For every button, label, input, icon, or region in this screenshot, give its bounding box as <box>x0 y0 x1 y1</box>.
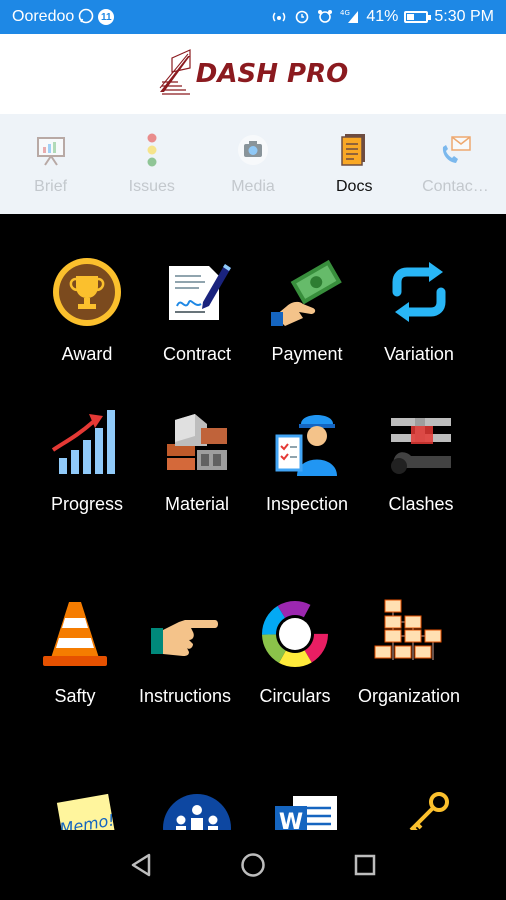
alarm-mode-icon <box>316 8 334 26</box>
signal-strength-icon: 4G <box>340 8 360 26</box>
tab-docs[interactable]: Docs <box>304 114 405 214</box>
tab-label: Brief <box>34 178 68 195</box>
android-nav-bar <box>0 830 506 900</box>
tab-issues[interactable]: Issues <box>101 114 202 214</box>
tab-label: Docs <box>335 178 373 195</box>
tile-label: Clashes <box>388 494 454 514</box>
pointing-hand-icon <box>145 594 225 674</box>
circulars-tile[interactable]: Circulars <box>232 594 358 707</box>
money-hand-icon <box>267 252 347 332</box>
logo-text: DASH PRO <box>195 59 349 89</box>
tile-label: Organization <box>357 686 461 706</box>
inspector-clipboard-icon <box>267 402 347 482</box>
tile-label: Material <box>164 494 230 514</box>
bricks-icon <box>157 402 237 482</box>
tab-label: Contac… <box>422 178 489 195</box>
docs-grid: Award Contract Payment Variation Progres… <box>0 214 506 860</box>
documents-icon <box>336 132 372 168</box>
material-tile[interactable]: Material <box>134 402 260 515</box>
inspection-tile[interactable]: Inspection <box>244 402 370 515</box>
whatsapp-icon <box>78 8 94 26</box>
camera-icon <box>235 132 271 168</box>
tab-label: Media <box>231 178 275 195</box>
tab-media[interactable]: Media <box>202 114 303 214</box>
tile-label: Payment <box>271 344 343 364</box>
tile-label: Contract <box>162 344 232 364</box>
contract-pen-icon <box>157 252 237 332</box>
back-button[interactable] <box>127 851 155 879</box>
org-chart-icon <box>369 594 449 674</box>
award-tile[interactable]: Award <box>24 252 150 365</box>
network-type-label: 4G <box>340 9 350 17</box>
contract-tile[interactable]: Contract <box>134 252 260 365</box>
notification-count-badge: 11 <box>98 9 115 25</box>
tile-label: Award <box>61 344 113 364</box>
tab-contact[interactable]: Contac… <box>405 114 506 214</box>
battery-level-fill <box>407 14 415 20</box>
tile-label: Inspection <box>265 494 349 514</box>
instructions-tile[interactable]: Instructions <box>122 594 248 707</box>
tile-label: Instructions <box>138 686 232 706</box>
status-bar: Ooredoo 11 4G 41% 5:30 PM <box>0 0 506 34</box>
variation-tile[interactable]: Variation <box>356 252 482 365</box>
alarm-clock-icon <box>294 8 310 26</box>
presentation-board-icon <box>33 132 69 168</box>
recents-button[interactable] <box>351 851 379 879</box>
carrier-name: Ooredoo <box>12 8 75 25</box>
contact-phone-mail-icon <box>437 132 473 168</box>
safety-tile[interactable]: Safty <box>12 594 138 707</box>
back-triangle-icon <box>131 853 151 877</box>
refresh-arrows-icon <box>379 252 459 332</box>
traffic-cone-icon <box>35 594 115 674</box>
pipes-beams-icon <box>381 402 461 482</box>
organization-tile[interactable]: Organization <box>346 594 472 707</box>
tile-label: Circulars <box>259 686 331 706</box>
tile-label: Progress <box>50 494 124 514</box>
logo-mark-icon <box>158 46 192 103</box>
tile-label: Safty <box>54 686 96 706</box>
clock-time: 5:30 PM <box>434 8 494 25</box>
dash-pro-logo: DASH PRO <box>158 46 348 103</box>
app-header: DASH PRO <box>0 34 506 114</box>
clashes-tile[interactable]: Clashes <box>358 402 484 515</box>
trophy-icon <box>47 252 127 332</box>
section-tab-bar: Brief Issues Media Docs Contac… <box>0 114 506 214</box>
cycle-arrows-icon <box>255 594 335 674</box>
recents-square-icon <box>354 854 376 876</box>
home-button[interactable] <box>239 851 267 879</box>
battery-icon <box>404 11 432 23</box>
tab-label: Issues <box>128 178 175 195</box>
tab-brief[interactable]: Brief <box>0 114 101 214</box>
tile-label: Variation <box>384 344 454 364</box>
growth-chart-icon <box>47 402 127 482</box>
home-circle-icon <box>241 853 265 877</box>
hotspot-icon <box>270 8 288 26</box>
battery-percent: 41% <box>366 8 399 25</box>
traffic-light-icon <box>134 132 170 168</box>
payment-tile[interactable]: Payment <box>244 252 370 365</box>
progress-tile[interactable]: Progress <box>24 402 150 515</box>
